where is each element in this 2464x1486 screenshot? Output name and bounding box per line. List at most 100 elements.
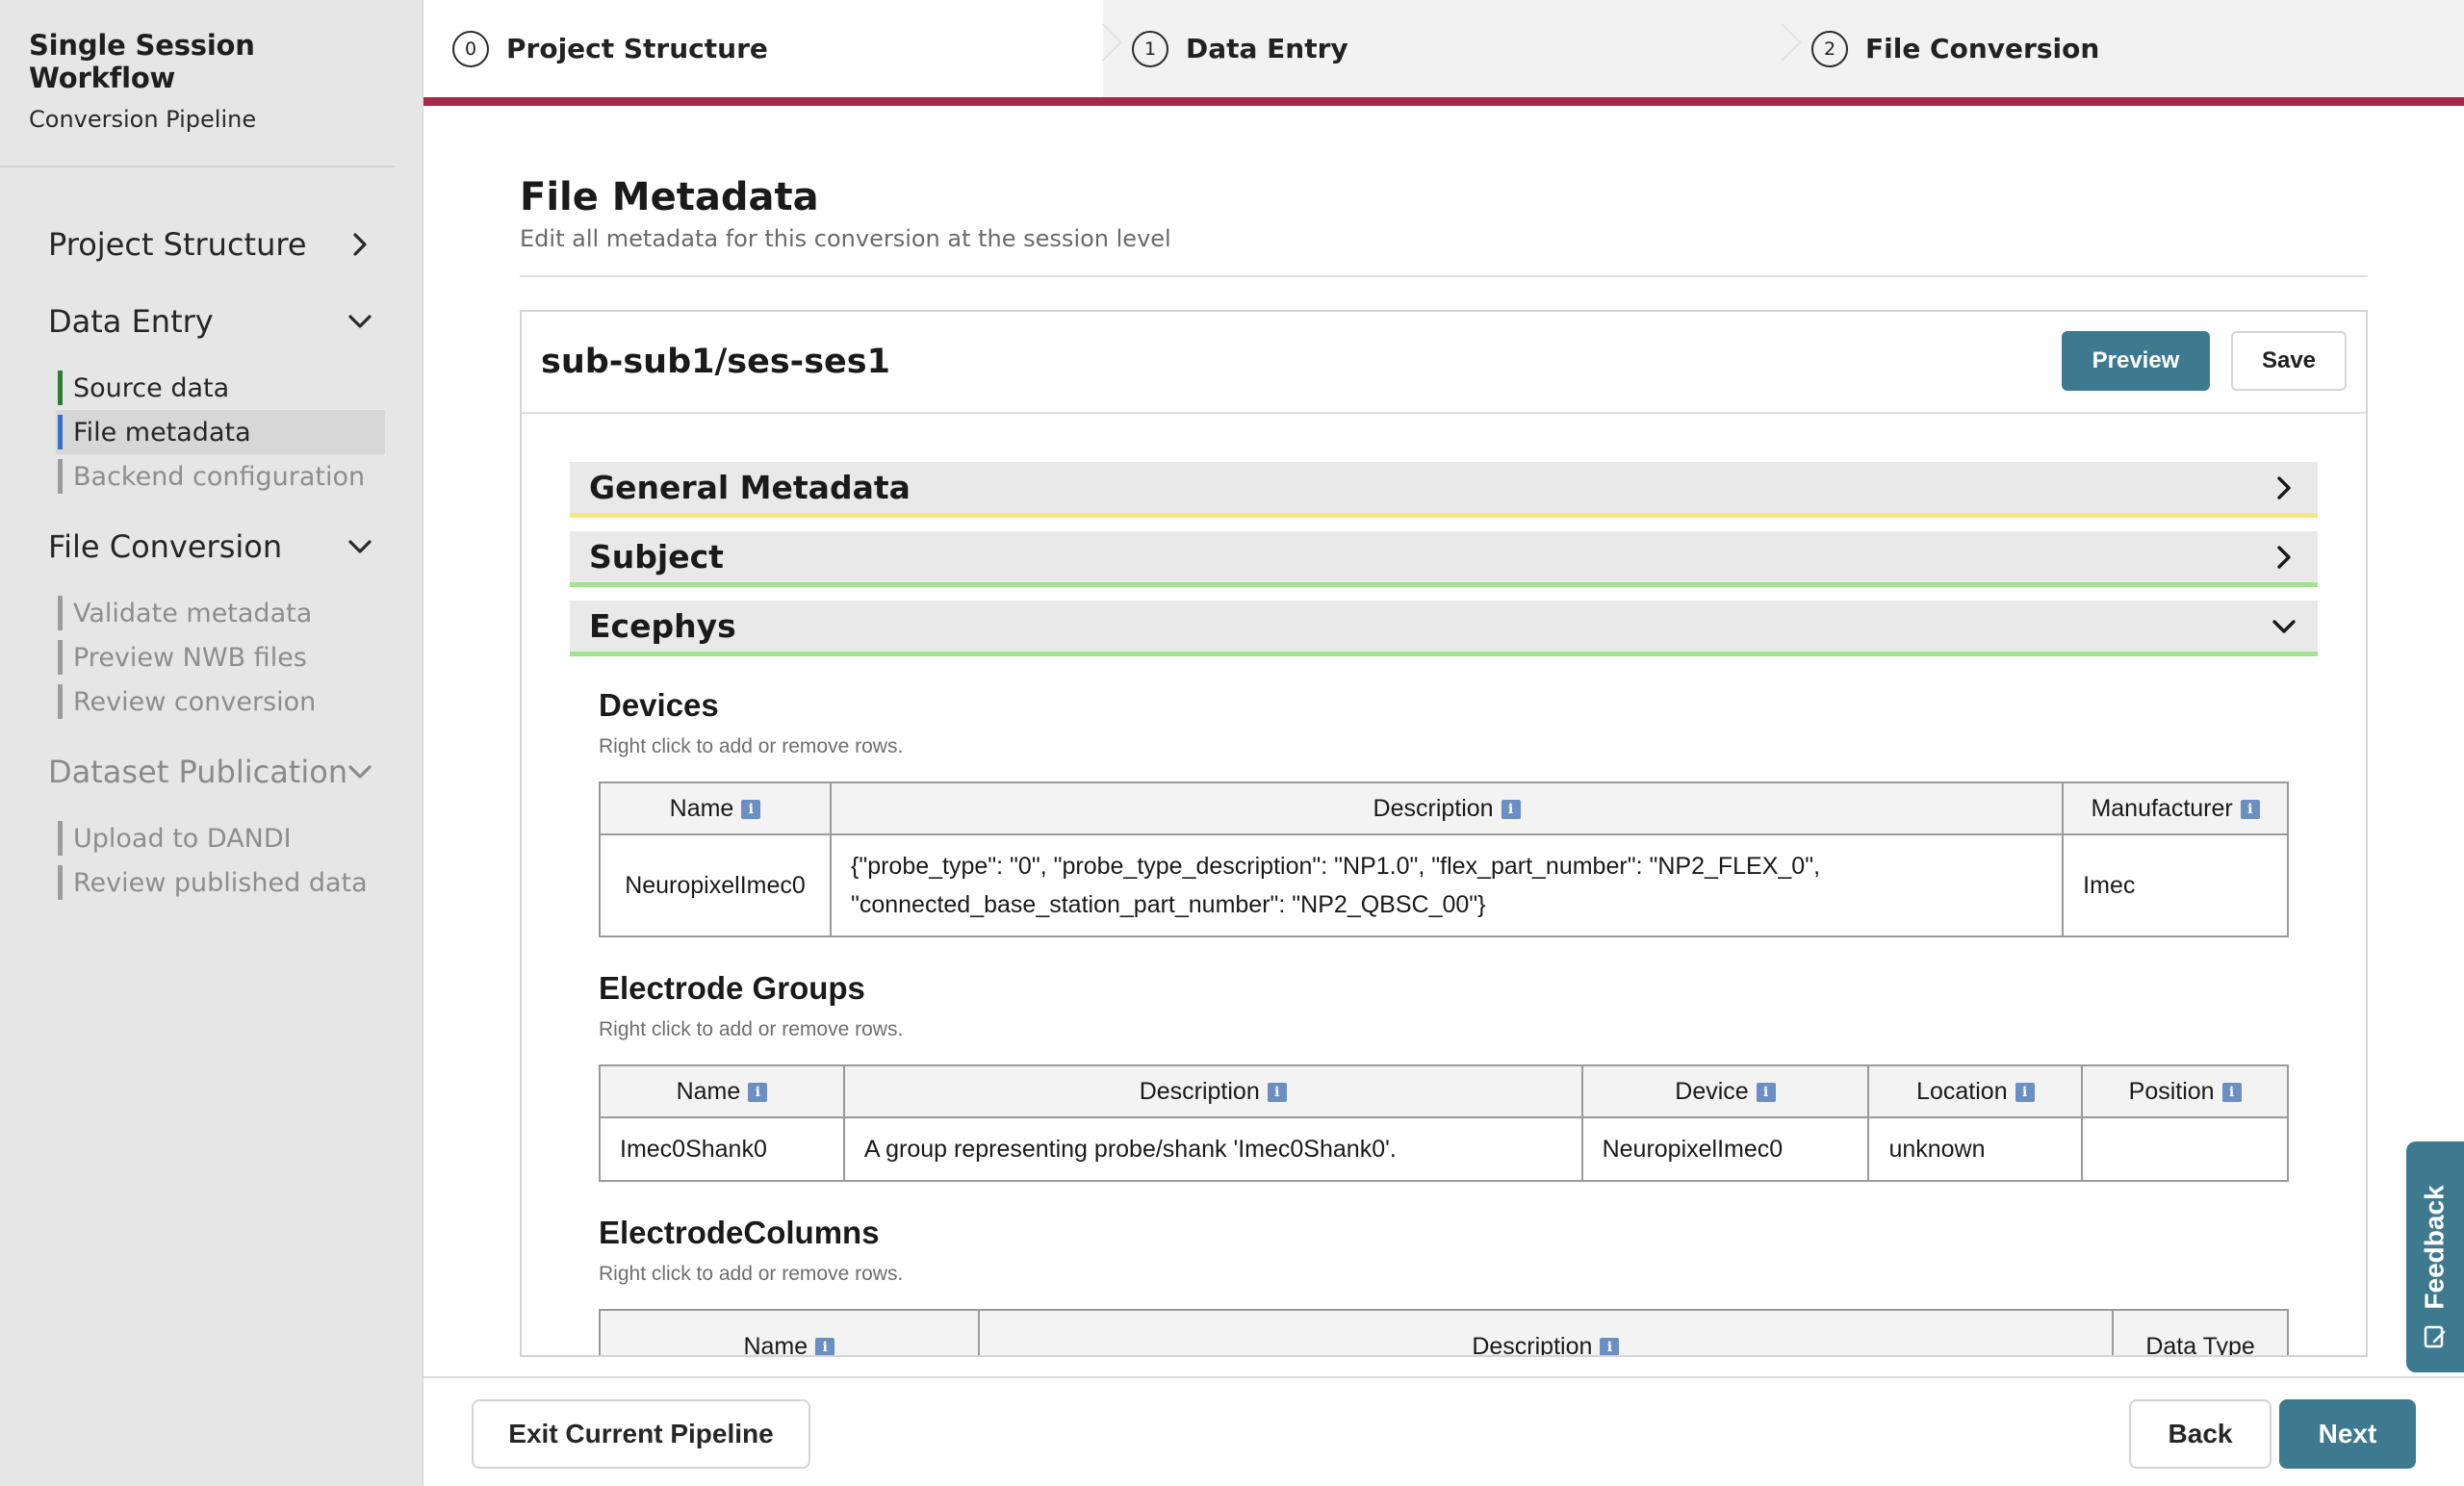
sidebar-item-review-published-data[interactable]: Review published data bbox=[56, 860, 385, 905]
step-label: File Conversion bbox=[1865, 33, 2100, 64]
info-icon[interactable]: i bbox=[2015, 1082, 2035, 1102]
accordion-ecephys[interactable]: Ecephys bbox=[570, 601, 2318, 656]
sidebar-section-file-conversion[interactable]: File Conversion bbox=[0, 508, 423, 585]
column-header-description[interactable]: Description i bbox=[842, 1064, 1583, 1118]
sidebar-section-label: Project Structure bbox=[48, 226, 307, 263]
divider bbox=[520, 275, 2368, 277]
sidebar-section-data-entry[interactable]: Data Entry bbox=[0, 283, 423, 360]
step-number: 2 bbox=[1811, 30, 1848, 67]
electrode-columns-table[interactable]: Name i Description i Data Type bbox=[599, 1309, 2289, 1355]
info-icon[interactable]: i bbox=[1600, 1338, 1620, 1355]
sidebar-sublist-file-conversion: Validate metadata Preview NWB files Revi… bbox=[0, 591, 423, 724]
column-header-name[interactable]: Name i bbox=[599, 1064, 845, 1118]
sidebar: Single Session Workflow Conversion Pipel… bbox=[0, 0, 424, 1486]
sidebar-section-dataset-publication[interactable]: Dataset Publication bbox=[0, 733, 423, 810]
chevron-right-icon bbox=[346, 230, 374, 259]
sidebar-header: Single Session Workflow Conversion Pipel… bbox=[0, 0, 395, 167]
next-button[interactable]: Next bbox=[2279, 1399, 2416, 1469]
sidebar-nav: Project Structure Data Entry Source data… bbox=[0, 167, 423, 905]
page-title: File Metadata bbox=[520, 175, 819, 219]
electrode-columns-hint: Right click to add or remove rows. bbox=[599, 1263, 904, 1285]
column-header-manufacturer[interactable]: Manufacturer i bbox=[2062, 781, 2289, 835]
cell-description[interactable]: A group representing probe/shank 'Imec0S… bbox=[842, 1116, 1583, 1182]
column-header-name[interactable]: Name i bbox=[599, 1309, 980, 1355]
electrode-columns-heading: ElectrodeColumns bbox=[599, 1215, 880, 1250]
step-project-structure[interactable]: 0 Project Structure bbox=[424, 0, 1103, 97]
sidebar-sublist-data-entry: Source data File metadata Backend config… bbox=[0, 366, 423, 499]
cell-description[interactable]: {"probe_type": "0", "probe_type_descript… bbox=[829, 833, 2065, 937]
panel-header: sub-sub1/ses-ses1 Preview Save bbox=[522, 312, 2366, 414]
cell-device[interactable]: NeuropixelImec0 bbox=[1580, 1116, 1870, 1182]
cell-location[interactable]: unknown bbox=[1867, 1116, 2084, 1182]
sidebar-item-preview-nwb-files[interactable]: Preview NWB files bbox=[56, 635, 385, 679]
accordion-general-metadata[interactable]: General Metadata bbox=[570, 462, 2318, 518]
cell-manufacturer[interactable]: Imec bbox=[2062, 833, 2289, 937]
feedback-label: Feedback bbox=[2420, 1185, 2451, 1310]
sidebar-item-file-metadata[interactable]: File metadata bbox=[56, 410, 385, 454]
chevron-down-icon bbox=[346, 532, 374, 561]
step-number: 0 bbox=[452, 30, 489, 67]
column-header-data-type[interactable]: Data Type bbox=[2112, 1309, 2289, 1355]
sidebar-section-label: File Conversion bbox=[48, 528, 283, 565]
chevron-right-icon bbox=[2270, 543, 2298, 572]
info-icon[interactable]: i bbox=[748, 1082, 768, 1102]
footer: Exit Current Pipeline Back Next bbox=[424, 1376, 2464, 1486]
info-icon[interactable]: i bbox=[1501, 799, 1521, 819]
accordion-label: Ecephys bbox=[589, 607, 736, 645]
column-header-description[interactable]: Description i bbox=[977, 1309, 2115, 1355]
step-data-entry[interactable]: 1 Data Entry bbox=[1103, 0, 1783, 97]
cell-name[interactable]: NeuropixelImec0 bbox=[599, 833, 832, 937]
sidebar-section-label: Dataset Publication bbox=[48, 754, 348, 790]
column-header-location[interactable]: Location i bbox=[1867, 1064, 2084, 1118]
back-button[interactable]: Back bbox=[2129, 1399, 2272, 1469]
table-row[interactable]: NeuropixelImec0 {"probe_type": "0", "pro… bbox=[599, 833, 2289, 937]
electrode-groups-hint: Right click to add or remove rows. bbox=[599, 1018, 904, 1040]
info-icon[interactable]: i bbox=[2240, 799, 2260, 819]
chevron-down-icon bbox=[346, 307, 374, 336]
session-title: sub-sub1/ses-ses1 bbox=[541, 343, 890, 381]
info-icon[interactable]: i bbox=[741, 799, 761, 819]
feedback-tab[interactable]: Feedback bbox=[2406, 1141, 2464, 1372]
devices-heading: Devices bbox=[599, 687, 719, 723]
accordion-label: Subject bbox=[589, 538, 724, 576]
sidebar-item-upload-to-dandi[interactable]: Upload to DANDI bbox=[56, 816, 385, 860]
column-header-position[interactable]: Position i bbox=[2081, 1064, 2289, 1118]
info-icon[interactable]: i bbox=[815, 1338, 835, 1355]
accordion-label: General Metadata bbox=[589, 469, 911, 506]
description-line: {"probe_type": "0", "probe_type_descript… bbox=[850, 853, 1821, 880]
electrode-groups-heading: Electrode Groups bbox=[599, 970, 865, 1006]
description-line: "connected_base_station_part_number": "N… bbox=[850, 891, 1486, 918]
info-icon[interactable]: i bbox=[1267, 1082, 1287, 1102]
save-button[interactable]: Save bbox=[2231, 331, 2347, 391]
table-row[interactable]: Imec0Shank0 A group representing probe/s… bbox=[599, 1116, 2289, 1182]
sidebar-item-review-conversion[interactable]: Review conversion bbox=[56, 679, 385, 724]
exit-pipeline-button[interactable]: Exit Current Pipeline bbox=[472, 1399, 810, 1469]
step-file-conversion[interactable]: 2 File Conversion bbox=[1783, 0, 2464, 97]
column-header-device[interactable]: Device i bbox=[1580, 1064, 1870, 1118]
info-icon[interactable]: i bbox=[2221, 1082, 2242, 1102]
sidebar-item-source-data[interactable]: Source data bbox=[56, 366, 385, 410]
feedback-icon bbox=[2423, 1324, 2448, 1353]
cell-name[interactable]: Imec0Shank0 bbox=[599, 1116, 845, 1182]
devices-table[interactable]: Name i Description i Manufacturer i Neuropi… bbox=[599, 781, 2289, 937]
sidebar-section-label: Data Entry bbox=[48, 303, 214, 340]
chevron-down-icon bbox=[346, 757, 374, 786]
workflow-title: Single Session Workflow bbox=[29, 29, 255, 94]
column-header-description[interactable]: Description i bbox=[829, 781, 2065, 835]
step-label: Data Entry bbox=[1186, 33, 1348, 64]
preview-button[interactable]: Preview bbox=[2062, 331, 2210, 391]
info-icon[interactable]: i bbox=[1756, 1082, 1776, 1102]
sidebar-item-backend-configuration[interactable]: Backend configuration bbox=[56, 454, 385, 499]
sidebar-item-validate-metadata[interactable]: Validate metadata bbox=[56, 591, 385, 635]
cell-position[interactable] bbox=[2081, 1116, 2289, 1182]
session-panel[interactable]: sub-sub1/ses-ses1 Preview Save General M… bbox=[520, 310, 2368, 1357]
main-content: File Metadata Edit all metadata for this… bbox=[424, 106, 2464, 1376]
sidebar-section-project-structure[interactable]: Project Structure bbox=[0, 206, 423, 283]
electrode-groups-table[interactable]: Name i Description i Device i Location i Pos… bbox=[599, 1064, 2289, 1182]
devices-hint: Right click to add or remove rows. bbox=[599, 735, 904, 757]
chevron-down-icon bbox=[2270, 612, 2298, 641]
workflow-subtitle: Conversion Pipeline bbox=[29, 106, 257, 133]
page-subtitle: Edit all metadata for this conversion at… bbox=[520, 225, 1171, 252]
accordion-subject[interactable]: Subject bbox=[570, 531, 2318, 587]
column-header-name[interactable]: Name i bbox=[599, 781, 832, 835]
